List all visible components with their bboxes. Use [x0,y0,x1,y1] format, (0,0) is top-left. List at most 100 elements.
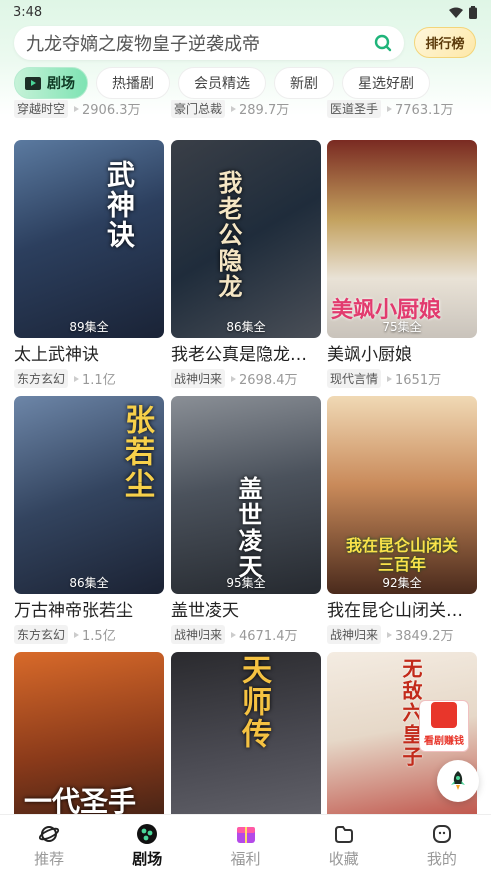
drama-card[interactable]: 盖世凌天 95集全 盖世凌天 战神归来 4671.4万 [171,396,321,644]
status-time: 3:48 [13,4,43,20]
ranking-button[interactable]: 排行榜 [414,27,476,58]
drama-title[interactable]: 我在昆仑山闭关… [327,600,477,622]
drama-card-partial[interactable]: 豪门总裁 289.7万 [171,100,321,118]
nav-mine[interactable]: 我的 [393,815,491,872]
ranking-button-label: 排行榜 [425,37,465,52]
play-icon [231,375,237,382]
drama-card-partial[interactable]: 穿越时空 2906.3万 [14,100,164,118]
tab-label: 热播剧 [112,76,154,92]
genre-tag: 东方玄幻 [14,625,69,644]
view-count: 4671.4万 [231,625,298,644]
drama-title[interactable]: 我老公真是隐龙… [171,344,321,366]
rocket-button[interactable] [437,760,479,802]
play-icon [74,631,80,638]
drama-card[interactable]: 武神诀 89集全 太上武神诀 东方玄幻 1.1亿 [14,140,164,388]
drama-poster[interactable]: 美飒小厨娘 75集全 [327,140,477,338]
genre-tag: 战神归来 [327,625,382,644]
nav-theater[interactable]: 剧场 [98,815,196,872]
genre-tag: 豪门总裁 [171,100,226,118]
drama-card[interactable]: 美飒小厨娘 75集全 美飒小厨娘 现代言情 1651万 [327,140,477,388]
view-count: 1.5亿 [74,625,116,644]
drama-poster[interactable]: 我在昆仑山闭关三百年 92集全 [327,396,477,594]
episode-count: 86集全 [69,576,109,590]
drama-meta: 穿越时空 2906.3万 [14,100,164,118]
drama-meta: 医道圣手 7763.1万 [327,100,477,118]
tab-vip[interactable]: 会员精选 [178,67,266,99]
view-count: 3849.2万 [387,625,454,644]
nav-label: 剧场 [132,850,163,868]
tab-new[interactable]: 新剧 [274,67,334,99]
drama-poster[interactable]: 我老公隐龙 86集全 [171,140,321,338]
drama-card[interactable]: 我在昆仑山闭关三百年 92集全 我在昆仑山闭关… 战神归来 3849.2万 [327,396,477,644]
drama-card[interactable]: 张若尘 86集全 万古神帝张若尘 东方玄幻 1.5亿 [14,396,164,644]
poster-title: 张若尘 [119,404,154,500]
view-count-value: 7763.1万 [395,103,454,118]
play-icon [74,375,80,382]
tab-label: 星选好剧 [358,76,414,92]
drama-title[interactable]: 万古神帝张若尘 [14,600,164,622]
earn-badge[interactable]: 看剧赚钱 [419,700,469,752]
view-count-value: 1.1亿 [82,373,116,388]
search-bar[interactable]: 九龙夺嫡之废物皇子逆袭成帝 [14,26,404,60]
nav-label: 收藏 [328,850,359,868]
planet-icon [39,826,60,842]
view-count-value: 289.7万 [239,103,290,118]
drama-card[interactable]: 一代圣手 [14,652,164,814]
search-icon[interactable] [374,34,392,52]
view-count-value: 2698.4万 [239,373,298,388]
tab-theater[interactable]: 剧场 [14,67,88,99]
drama-poster[interactable]: 盖世凌天 95集全 [171,396,321,594]
drama-title[interactable]: 盖世凌天 [171,600,321,622]
drama-poster[interactable]: 一代圣手 [14,652,164,814]
genre-tag: 战神归来 [171,625,226,644]
drama-meta: 豪门总裁 289.7万 [171,100,321,118]
poster-title: 一代圣手 [24,785,137,814]
view-count: 289.7万 [231,100,289,118]
drama-poster[interactable]: 武神诀 89集全 [14,140,164,338]
drama-meta: 战神归来 2698.4万 [171,369,321,388]
rocket-icon [451,771,465,790]
play-icon [387,375,393,382]
wifi-icon [449,7,463,18]
category-tabs: 剧场 热播剧 会员精选 新剧 星选好剧 [14,67,430,99]
view-count-value: 1.5亿 [82,629,116,644]
nav-recommend[interactable]: 推荐 [0,815,98,872]
view-count: 2698.4万 [231,369,298,388]
drama-title[interactable]: 太上武神诀 [14,344,164,366]
episode-count: 86集全 [226,320,266,334]
folder-icon [334,826,353,843]
play-icon [387,631,393,638]
drama-poster[interactable]: 张若尘 86集全 [14,396,164,594]
poster-title: 天师传 [236,654,271,750]
earn-badge-label: 看剧赚钱 [424,736,464,747]
tab-hot[interactable]: 热播剧 [96,67,170,99]
tab-label: 剧场 [47,76,75,92]
tab-label: 新剧 [290,76,318,92]
view-count: 1.1亿 [74,369,116,388]
view-count: 1651万 [387,369,441,388]
genre-tag: 战神归来 [171,369,226,388]
episode-count: 92集全 [382,576,422,590]
drama-card-partial[interactable]: 医道圣手 7763.1万 [327,100,477,118]
view-count: 2906.3万 [74,100,141,118]
face-icon [432,825,451,843]
tab-star-picks[interactable]: 星选好剧 [342,67,430,99]
view-count-value: 2906.3万 [82,103,141,118]
play-icon [231,105,237,112]
drama-poster[interactable]: 天师传 [171,652,321,814]
drama-card[interactable]: 我老公隐龙 86集全 我老公真是隐龙… 战神归来 2698.4万 [171,140,321,388]
red-envelope-icon [431,702,457,728]
search-input[interactable]: 九龙夺嫡之废物皇子逆袭成帝 [26,30,374,56]
battery-icon [469,5,477,19]
tv-icon [25,76,41,90]
view-count-value: 3849.2万 [395,629,454,644]
nav-label: 推荐 [34,850,65,868]
drama-card[interactable]: 天师传 [171,652,321,814]
app-root: 3:48 九龙夺嫡之废物皇子逆袭成帝 排行榜 剧场 热播剧 会员精选 新剧 星选… [0,0,491,872]
drama-title[interactable]: 美飒小厨娘 [327,344,477,366]
drama-meta: 东方玄幻 1.1亿 [14,369,164,388]
gift-icon [236,827,255,843]
nav-favorites[interactable]: 收藏 [295,815,393,872]
play-icon [387,105,393,112]
nav-welfare[interactable]: 福利 [196,815,294,872]
